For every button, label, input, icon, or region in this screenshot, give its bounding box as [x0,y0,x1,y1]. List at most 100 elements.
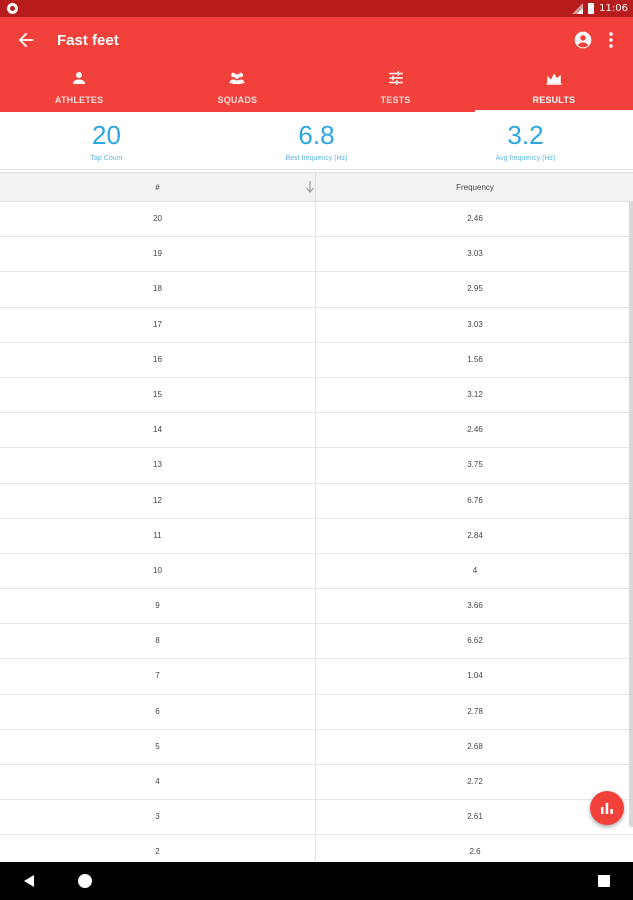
tab-tests[interactable]: TESTS [317,67,475,112]
cell-number: 19 [0,237,316,273]
cell-frequency: 2.46 [467,425,483,435]
cell-number: 11 [0,518,316,554]
table-row[interactable]: 9 3.66 [0,589,633,625]
tab-squads[interactable]: SQUADS [158,67,316,112]
table-row[interactable]: 15 3.12 [0,377,633,414]
column-header-number[interactable]: # [0,173,316,203]
table-row[interactable]: 14 2.46 [0,413,633,449]
cell-frequency: 2.95 [467,284,483,294]
cell-frequency: 2.61 [467,812,483,822]
system-nav-bar [0,862,633,900]
tab-athletes[interactable]: ATHLETES [0,67,158,112]
cell-frequency: 6.62 [467,636,483,646]
cell-frequency: 2.6 [469,847,481,857]
stat-label: Avg frequency (Hz) [495,155,556,162]
cell-number: 2 [0,835,316,862]
table-row[interactable]: 19 3.03 [0,237,633,273]
tune-icon [388,71,403,85]
stat-value: 3.2 [507,120,544,150]
notification-dot-icon [7,3,18,14]
arrow-back-icon[interactable] [15,29,37,51]
cell-number: 3 [0,800,316,836]
cell-number: 4 [0,765,316,800]
cell-number: 6 [0,694,316,730]
table-row[interactable]: 12 6.76 [0,483,633,519]
group-icon [229,72,245,84]
table-row[interactable]: 13 3.75 [0,448,633,484]
cell-frequency: 2.46 [467,214,483,223]
page-title: Fast feet [57,32,119,49]
cell-frequency: 1.04 [467,671,483,681]
nav-back-icon[interactable] [22,874,36,888]
status-time: 11:06 [599,3,628,14]
cell-number: 15 [0,377,316,413]
battery-icon [588,3,595,14]
bar-chart-icon [601,803,613,814]
cell-number: 14 [0,413,316,449]
table-row[interactable]: 7 1.04 [0,659,633,695]
cell-number: 9 [0,589,316,625]
cell-number: 20 [0,202,316,237]
cell-frequency: 2.78 [467,706,483,716]
cell-frequency: 3.03 [467,249,483,259]
cell-frequency: 2.84 [467,530,483,540]
cell-frequency: 3.12 [467,389,483,399]
stat-best-frequency: 6.8 Best frequency (Hz) [211,112,422,162]
cell-frequency: 3.75 [467,460,483,470]
signal-icon [572,3,584,14]
cell-frequency: 6.76 [467,495,483,505]
more-vert-icon[interactable] [604,30,618,50]
nav-home-icon[interactable] [78,874,92,888]
status-bar: 11:06 [0,0,633,17]
table-row[interactable]: 10 4 [0,553,633,590]
cell-frequency: 3.03 [467,319,483,329]
table-row[interactable]: 17 3.03 [0,307,633,343]
stat-tap-count: 20 Tap Count [1,112,212,162]
table-row[interactable]: 4 2.72 [0,765,633,801]
table-row[interactable]: 6 2.78 [0,694,633,730]
results-summary: 20 Tap Count 6.8 Best frequency (Hz) 3.2… [0,112,633,170]
cell-frequency: 1.56 [467,354,483,364]
cell-number: 17 [0,307,316,343]
cell-number: 10 [0,553,316,589]
stat-label: Best frequency (Hz) [285,155,348,162]
tab-label: RESULTS [532,95,576,105]
results-table: 20 2.46 19 3.03 18 2.95 17 3.03 16 1.56 15 3.12 14 2.… [0,202,633,862]
cell-number: 8 [0,624,316,660]
cell-number: 13 [0,448,316,484]
table-row[interactable]: 8 6.62 [0,624,633,660]
status-icons: 11:06 [572,0,628,17]
app-bar: Fast feet ATHLETES SQUADS TESTS RESULTS [0,17,633,112]
stat-value: 6.8 [298,120,335,150]
table-row[interactable]: 11 2.84 [0,518,633,554]
column-header-frequency[interactable]: Frequency [317,173,633,203]
chart-fab-button[interactable] [590,791,624,825]
area-chart-icon [546,73,562,85]
cell-number: 5 [0,729,316,765]
cell-number: 7 [0,659,316,695]
cell-number: 12 [0,483,316,519]
cell-number: 16 [0,342,316,378]
tab-bar: ATHLETES SQUADS TESTS RESULTS [0,67,633,112]
arrow-down-icon[interactable] [304,180,316,194]
table-row[interactable]: 18 2.95 [0,272,633,308]
cell-number: 18 [0,272,316,308]
cell-frequency: 2.68 [467,741,483,751]
table-row[interactable]: 2 2.6 [0,835,633,862]
tab-results[interactable]: RESULTS [475,67,633,112]
tab-label: SQUADS [217,95,258,105]
stat-avg-frequency: 3.2 Avg frequency (Hz) [420,112,631,162]
account-circle-icon[interactable] [573,30,593,50]
tab-label: ATHLETES [54,95,104,105]
table-row[interactable]: 16 1.56 [0,342,633,378]
cell-frequency: 3.66 [467,601,483,611]
nav-recents-icon[interactable] [598,875,610,887]
table-row[interactable]: 5 2.68 [0,729,633,765]
table-header: # Frequency [0,172,633,203]
person-icon [73,72,86,84]
table-row[interactable]: 3 2.61 [0,800,633,836]
tab-label: TESTS [380,95,411,105]
table-row[interactable]: 20 2.46 [0,202,633,238]
cell-frequency: 4 [472,565,478,575]
scrollbar[interactable] [629,202,633,827]
